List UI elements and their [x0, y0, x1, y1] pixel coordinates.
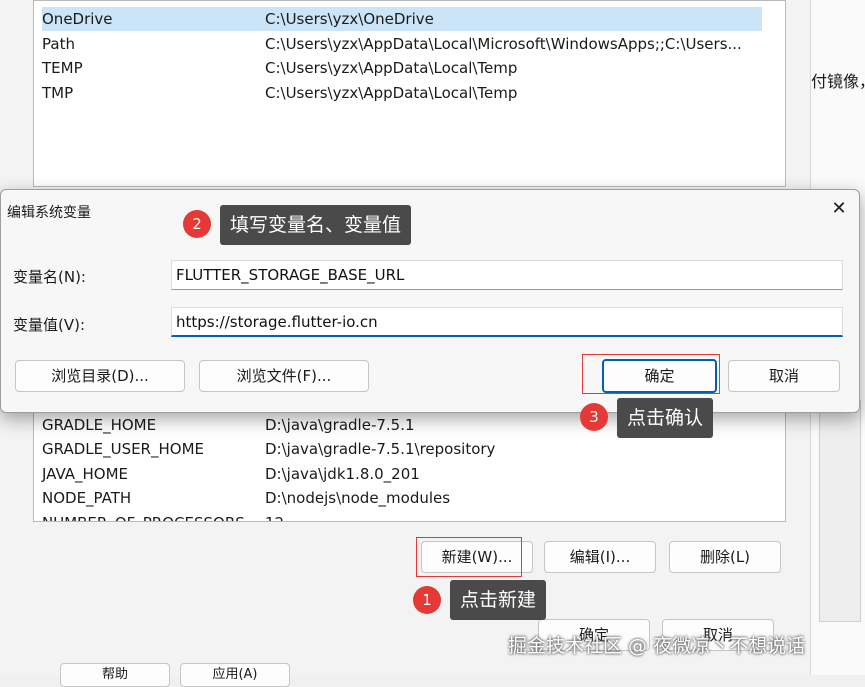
dialog-title: 编辑系统变量	[7, 205, 91, 221]
close-icon[interactable]: ✕	[827, 196, 851, 222]
variable-value: D:\nodejs\node_modules	[265, 489, 451, 507]
annotation-tip-3: 点击确认	[617, 398, 714, 438]
variable-value: C:\Users\yzx\AppData\Local\Microsoft\Win…	[265, 35, 742, 53]
variable-name: TEMP	[42, 59, 83, 77]
edit-variable-button[interactable]: 编辑(I)...	[544, 541, 656, 573]
dialog-cancel-button[interactable]: 取消	[728, 360, 840, 392]
variable-value-label: 变量值(V):	[13, 316, 86, 334]
variable-name: Path	[42, 35, 75, 53]
annotation-badge-3: 3	[580, 403, 608, 431]
apply-button[interactable]: 应用(A)	[180, 663, 290, 687]
browse-directory-button[interactable]: 浏览目录(D)...	[15, 360, 185, 392]
help-button[interactable]: 帮助	[60, 663, 170, 687]
variable-name: NUMBER_OF_PROCESSORS	[42, 511, 245, 521]
variable-name-field[interactable]: FLUTTER_STORAGE_BASE_URL	[171, 260, 843, 290]
annotation-badge-2: 2	[183, 210, 211, 238]
variable-value: D:\java\gradle-7.5.1\repository	[265, 440, 496, 458]
annotation-highlight-ok	[582, 354, 720, 394]
variable-name: JAVA_HOME	[42, 465, 129, 483]
annotation-tip-2: 填写变量名、变量值	[220, 205, 412, 245]
variable-name: TMP	[42, 84, 74, 102]
partial-text: 付镜像，	[811, 72, 865, 91]
variable-value: 12	[265, 511, 284, 521]
annotation-tip-1: 点击新建	[450, 580, 547, 620]
annotation-badge-1: 1	[413, 586, 441, 614]
variable-name: GRADLE_HOME	[42, 416, 157, 434]
edit-system-variable-dialog: 编辑系统变量 ✕ 变量名(N): FLUTTER_STORAGE_BASE_UR…	[0, 189, 860, 413]
delete-variable-button[interactable]: 删除(L)	[669, 541, 781, 573]
partial-panel	[819, 400, 861, 622]
variable-value: C:\Users\yzx\AppData\Local\Temp	[265, 84, 518, 102]
annotation-highlight-new	[416, 537, 522, 577]
watermark: 掘金技术社区 @ 夜微凉丶不想说话	[508, 635, 806, 657]
variable-value: D:\java\jdk1.8.0_201	[265, 465, 420, 483]
variable-value-field[interactable]: https://storage.flutter-io.cn	[171, 307, 843, 337]
variable-name: NODE_PATH	[42, 489, 132, 507]
variable-value: D:\java\gradle-7.5.1	[265, 416, 415, 434]
variable-value: C:\Users\yzx\OneDrive	[265, 10, 434, 28]
variable-value: C:\Users\yzx\AppData\Local\Temp	[265, 59, 518, 77]
variable-name: OneDrive	[42, 10, 113, 28]
browse-file-button[interactable]: 浏览文件(F)...	[199, 360, 369, 392]
variable-name: GRADLE_USER_HOME	[42, 440, 204, 458]
variable-name-label: 变量名(N):	[13, 268, 86, 286]
list-item[interactable]: OneDrive C:\Users\yzx\OneDrive	[42, 7, 762, 31]
user-variables-list[interactable]: OneDrive C:\Users\yzx\OneDrive Path C:\U…	[33, 0, 786, 187]
